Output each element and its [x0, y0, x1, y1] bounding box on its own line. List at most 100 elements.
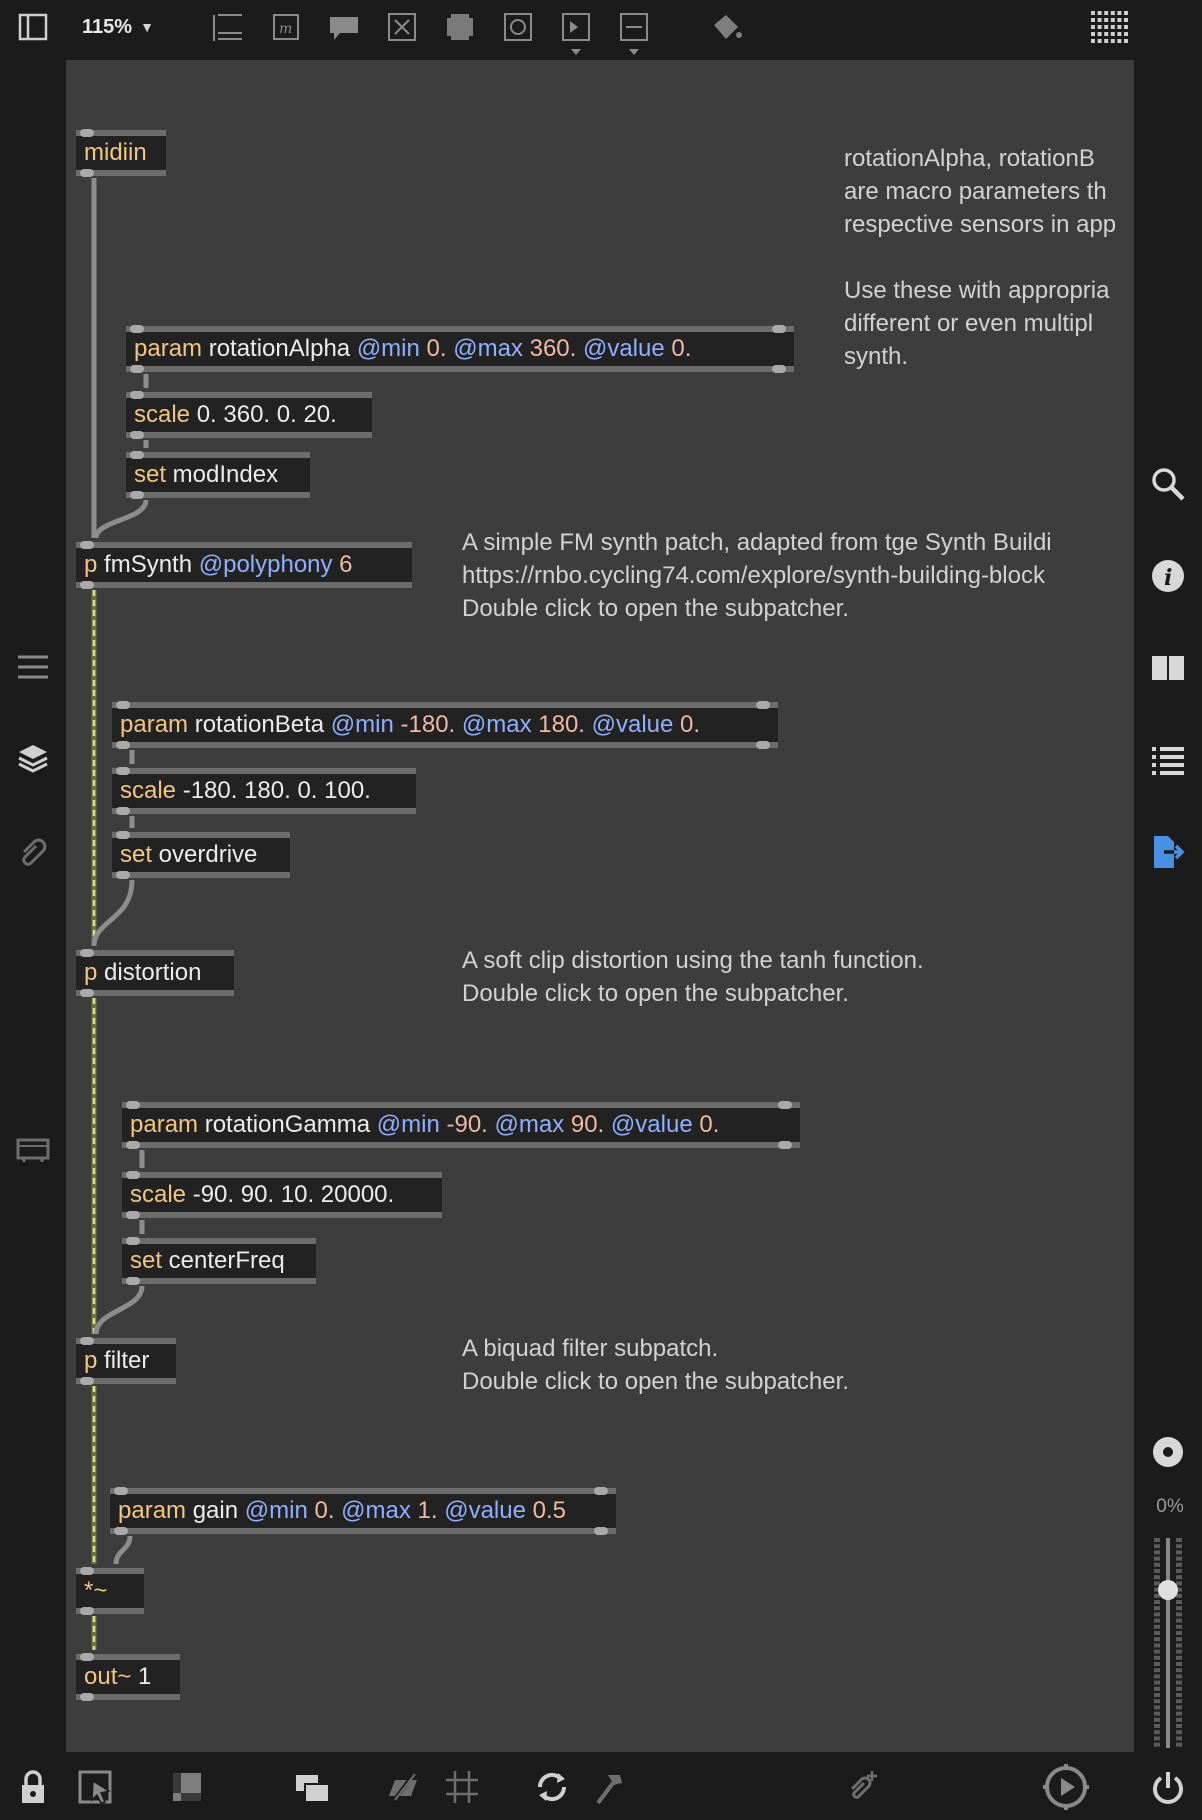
scale-gamma-object[interactable]: scale -90. 90. 10. 20000. — [122, 1171, 442, 1219]
sidebar-toggle-icon[interactable] — [16, 12, 50, 42]
right-sidebar: i 0% — [1134, 60, 1202, 1752]
set-overdrive-object[interactable]: set overdrive — [112, 831, 290, 879]
attach-icon[interactable] — [14, 832, 52, 870]
stack-icon[interactable] — [292, 1768, 332, 1806]
outlet[interactable] — [80, 1377, 94, 1385]
attr-min-value: -180. — [393, 711, 462, 738]
attr-value: @value — [582, 335, 665, 362]
param-gain-object[interactable]: param gain @min 0. @max 1. @value 0.5 — [110, 1487, 616, 1535]
outlet[interactable] — [130, 365, 144, 373]
patcher-canvas[interactable]: midiin param rotationAlpha @min 0. @max … — [66, 60, 1134, 1752]
inlet[interactable] — [116, 701, 130, 709]
inlet[interactable] — [130, 451, 144, 459]
outlet[interactable] — [116, 871, 130, 879]
out-object[interactable]: out~ 1 — [76, 1653, 180, 1701]
inlet[interactable] — [80, 1337, 94, 1345]
outlet[interactable] — [114, 1527, 128, 1535]
play-icon[interactable] — [558, 10, 594, 58]
outlet[interactable] — [80, 1693, 94, 1701]
inlet[interactable] — [80, 541, 94, 549]
number-box-icon[interactable] — [500, 10, 536, 44]
zoom-control[interactable]: 115% ▼ — [82, 12, 154, 42]
message-icon[interactable]: m — [268, 10, 304, 44]
attr-max: @max — [461, 711, 532, 738]
set-centerfreq-object[interactable]: set centerFreq — [122, 1237, 316, 1285]
scale-beta-object[interactable]: scale -180. 180. 0. 100. — [112, 767, 416, 815]
list-icon[interactable] — [1148, 740, 1188, 780]
attr-min-value: 0. — [307, 1497, 342, 1524]
inlet[interactable] — [80, 129, 94, 137]
book-icon[interactable] — [1148, 648, 1188, 688]
inlet[interactable] — [80, 1567, 94, 1575]
midiin-object[interactable]: midiin — [76, 129, 166, 177]
refresh-icon[interactable] — [532, 1768, 572, 1806]
list-icon[interactable] — [14, 650, 52, 684]
outlet[interactable] — [116, 741, 130, 749]
outlet[interactable] — [126, 1211, 140, 1219]
outlet[interactable] — [126, 1277, 140, 1285]
param-rotation-alpha-object[interactable]: param rotationAlpha @min 0. @max 360. @v… — [126, 325, 794, 373]
outlet[interactable] — [80, 581, 94, 589]
outlet[interactable] — [80, 169, 94, 177]
param-rotation-beta-object[interactable]: param rotationBeta @min -180. @max 180. … — [112, 701, 778, 749]
outlet[interactable] — [772, 365, 786, 373]
paint-bucket-icon[interactable] — [706, 10, 746, 44]
outlet[interactable] — [130, 491, 144, 499]
distortion-subpatcher[interactable]: p distortion — [76, 949, 234, 997]
inlet[interactable] — [126, 1171, 140, 1179]
hide-icon[interactable] — [384, 1768, 424, 1806]
inlet[interactable] — [80, 949, 94, 957]
layers-icon[interactable] — [14, 740, 52, 778]
outlet[interactable] — [778, 1141, 792, 1149]
outlet[interactable] — [80, 989, 94, 997]
param-rotation-gamma-object[interactable]: param rotationGamma @min -90. @max 90. @… — [122, 1101, 800, 1149]
audio-icon[interactable] — [1042, 1764, 1090, 1810]
outlet[interactable] — [130, 431, 144, 439]
toggle-icon[interactable] — [442, 10, 478, 44]
inlet[interactable] — [130, 325, 144, 333]
set-modindex-object[interactable]: set modIndex — [126, 451, 310, 499]
device-icon[interactable] — [14, 1132, 52, 1166]
record-icon[interactable] — [1148, 1432, 1188, 1472]
pointer-icon[interactable] — [76, 1768, 116, 1806]
inlet[interactable] — [114, 1487, 128, 1495]
search-icon[interactable] — [1148, 464, 1188, 504]
filter-subpatcher[interactable]: p filter — [76, 1337, 176, 1385]
multiply-signal-object[interactable]: *~ — [76, 1567, 144, 1615]
outlet[interactable] — [756, 741, 770, 749]
lock-icon[interactable] — [16, 1768, 50, 1806]
outlet[interactable] — [80, 1607, 94, 1615]
outlet[interactable] — [116, 807, 130, 815]
outlet[interactable] — [594, 1527, 608, 1535]
grid-menu-icon[interactable] — [1088, 8, 1132, 48]
output-meter[interactable] — [1148, 1536, 1188, 1750]
presentation-icon[interactable] — [210, 10, 246, 44]
attr-max: @max — [453, 335, 523, 362]
scale-alpha-object[interactable]: scale 0. 360. 0. 20. — [126, 391, 372, 439]
inlet[interactable] — [756, 701, 770, 709]
param-name: rotationAlpha — [202, 335, 357, 362]
comment-icon[interactable] — [326, 12, 362, 44]
inlet[interactable] — [116, 767, 130, 775]
inlet[interactable] — [126, 1237, 140, 1245]
power-icon[interactable] — [1148, 1768, 1188, 1808]
export-icon[interactable] — [1148, 832, 1188, 872]
inlet[interactable] — [772, 325, 786, 333]
slider-icon[interactable] — [616, 10, 652, 58]
fmsynth-subpatcher[interactable]: p fmSynth @polyphony 6 — [76, 541, 412, 589]
button-icon[interactable] — [384, 10, 420, 44]
present-icon[interactable] — [168, 1768, 206, 1806]
meter-knob — [1158, 1580, 1178, 1600]
hammer-icon[interactable] — [590, 1768, 630, 1806]
inlet[interactable] — [80, 1653, 94, 1661]
inlet[interactable] — [116, 831, 130, 839]
info-icon[interactable]: i — [1148, 556, 1188, 596]
clip-icon[interactable] — [842, 1768, 882, 1806]
grid-icon[interactable] — [442, 1768, 482, 1806]
inlet[interactable] — [126, 1101, 140, 1109]
inlet[interactable] — [594, 1487, 608, 1495]
param-name: rotationBeta — [188, 711, 331, 738]
inlet[interactable] — [130, 391, 144, 399]
inlet[interactable] — [778, 1101, 792, 1109]
outlet[interactable] — [126, 1141, 140, 1149]
